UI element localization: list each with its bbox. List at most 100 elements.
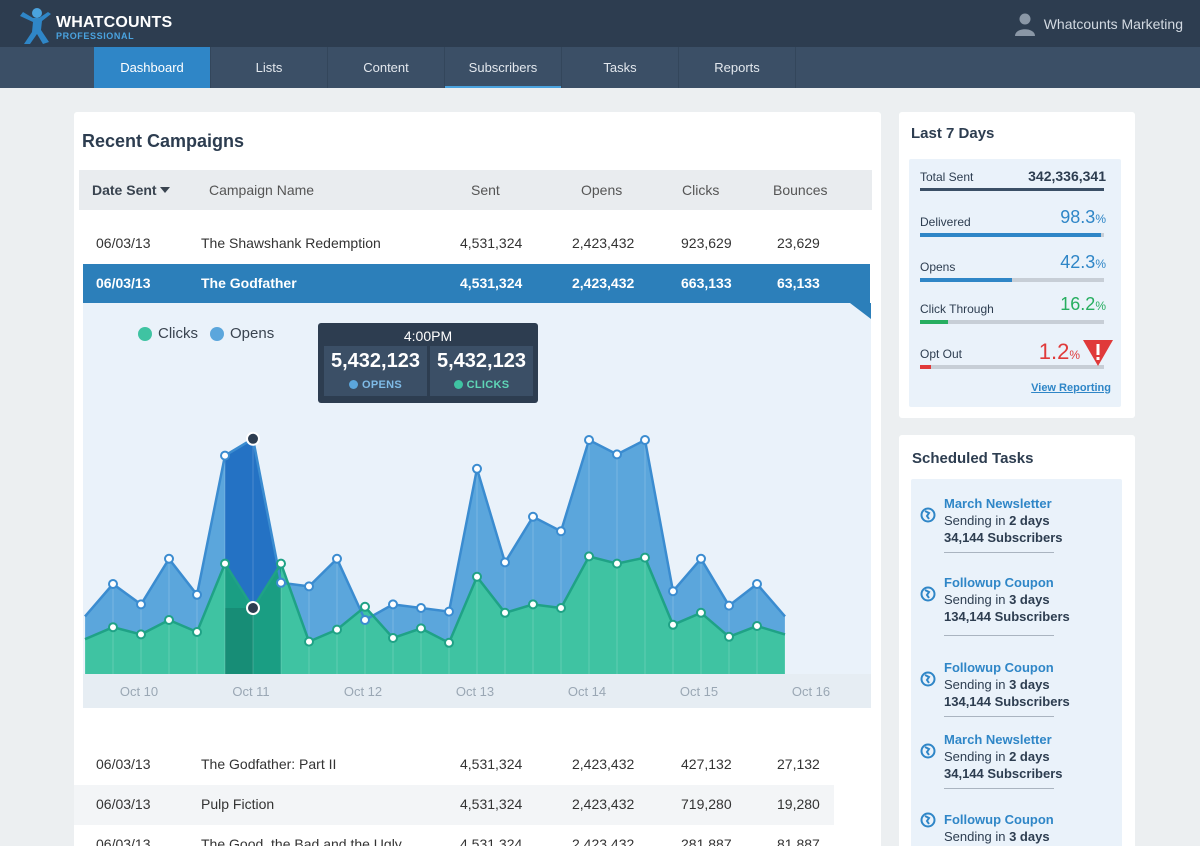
cell-date: 06/03/13 bbox=[96, 756, 151, 772]
col-date-sent[interactable]: Date Sent bbox=[92, 182, 170, 198]
globe-icon bbox=[920, 507, 936, 523]
main-nav: Dashboard Lists Content Subscribers Task… bbox=[0, 47, 1200, 88]
cell-sent: 4,531,324 bbox=[460, 235, 523, 251]
col-sent[interactable]: Sent bbox=[471, 182, 500, 198]
stat-value: 342,336,341 bbox=[1028, 168, 1106, 184]
opens-point bbox=[724, 600, 734, 611]
task-title[interactable]: Followup Coupon bbox=[944, 812, 1054, 827]
nav-content[interactable]: Content bbox=[328, 47, 445, 88]
task-schedule: Sending in 3 days bbox=[944, 677, 1050, 692]
clicks-point bbox=[724, 631, 734, 642]
globe-icon bbox=[920, 586, 936, 602]
globe-icon bbox=[920, 743, 936, 759]
task-schedule: Sending in 3 days bbox=[944, 592, 1050, 607]
nav-tasks[interactable]: Tasks bbox=[562, 47, 679, 88]
clicks-point-selected bbox=[246, 601, 260, 615]
whatcounts-logo-icon[interactable] bbox=[18, 6, 52, 46]
stat-value: 98.3% bbox=[1060, 207, 1106, 227]
clicks-point bbox=[752, 621, 762, 631]
stat-value: 16.2% bbox=[1060, 294, 1106, 314]
opens-point bbox=[696, 553, 706, 564]
cell-opens: 2,423,432 bbox=[572, 836, 635, 846]
opens-point bbox=[500, 557, 510, 568]
task-subscribers: 34,144 Subscribers bbox=[944, 530, 1063, 545]
user-name: Whatcounts Marketing bbox=[1043, 16, 1183, 32]
cell-opens: 2,423,432 bbox=[572, 796, 635, 812]
cell-clicks: 427,132 bbox=[681, 756, 732, 772]
stat-bar-fill bbox=[920, 233, 1101, 237]
col-bounces[interactable]: Bounces bbox=[773, 182, 827, 198]
task-item[interactable]: Followup Coupon Sending in 3 days 134,144 … bbox=[911, 575, 1122, 645]
nav-dashboard[interactable]: Dashboard bbox=[94, 47, 211, 88]
legend-clicks[interactable]: Clicks bbox=[138, 325, 198, 342]
col-opens[interactable]: Opens bbox=[581, 182, 622, 198]
brand-name: WHATCOUNTS bbox=[56, 14, 173, 31]
nav-subscribers[interactable]: Subscribers bbox=[445, 47, 562, 88]
task-divider bbox=[944, 716, 1054, 717]
clicks-point bbox=[164, 615, 174, 625]
cell-clicks: 281,887 bbox=[681, 836, 732, 846]
opens-point bbox=[276, 577, 286, 588]
user-menu[interactable]: Whatcounts Marketing bbox=[1014, 12, 1183, 36]
clicks-point bbox=[640, 552, 650, 563]
scheduled-tasks-title: Scheduled Tasks bbox=[912, 450, 1034, 467]
clicks-point bbox=[416, 623, 426, 634]
table-row[interactable]: 06/03/13 Pulp Fiction 4,531,324 2,423,43… bbox=[74, 785, 834, 825]
opens-point bbox=[192, 589, 202, 600]
col-campaign-name[interactable]: Campaign Name bbox=[209, 182, 314, 198]
stat-bar-fill bbox=[920, 320, 948, 324]
sort-caret-icon bbox=[159, 187, 170, 193]
clicks-point bbox=[136, 629, 146, 640]
cell-opens: 2,423,432 bbox=[572, 235, 635, 251]
cell-clicks: 719,280 bbox=[681, 796, 732, 812]
scheduled-tasks-panel: Scheduled Tasks March Newsletter Sending … bbox=[899, 435, 1135, 846]
stat-value: 1.2% bbox=[1038, 339, 1080, 364]
task-title[interactable]: Followup Coupon bbox=[944, 660, 1054, 675]
task-item[interactable]: Followup Coupon Sending in 3 days 134,144 … bbox=[911, 660, 1122, 730]
clicks-point bbox=[584, 551, 594, 562]
task-title[interactable]: Followup Coupon bbox=[944, 575, 1054, 590]
opens-point bbox=[528, 511, 538, 522]
cell-sent: 4,531,324 bbox=[460, 275, 523, 291]
chart-tooltip: 4:00PM 5,432,123 OPENS 5,432,123 CLICKS bbox=[318, 323, 538, 403]
task-item[interactable]: March Newsletter Sending in 2 days 34,144 … bbox=[911, 732, 1122, 802]
view-reporting-link[interactable]: View Reporting bbox=[1031, 382, 1111, 394]
chart-legend: Clicks Opens bbox=[138, 325, 286, 342]
top-bar: WHATCOUNTS PROFESSIONAL Whatcounts Marke… bbox=[0, 0, 1200, 47]
cell-bounces: 27,132 bbox=[777, 756, 820, 772]
task-item[interactable]: March Newsletter Sending in 2 days 34,144 … bbox=[911, 496, 1122, 566]
cell-date: 06/03/13 bbox=[96, 836, 151, 846]
x-tick-label: Oct 16 bbox=[792, 684, 830, 699]
opens-point bbox=[416, 603, 426, 613]
nav-reports[interactable]: Reports bbox=[679, 47, 796, 88]
brand-tagline: PROFESSIONAL bbox=[56, 31, 135, 41]
table-row[interactable]: 06/03/13 The Shawshank Redemption 4,531,… bbox=[74, 224, 834, 264]
legend-opens[interactable]: Opens bbox=[210, 325, 274, 342]
stat-label: Opt Out bbox=[920, 347, 963, 361]
clicks-point bbox=[192, 627, 202, 637]
x-tick-label: Oct 13 bbox=[456, 684, 494, 699]
stat-bar bbox=[920, 233, 1104, 237]
task-title[interactable]: March Newsletter bbox=[944, 496, 1052, 511]
opens-point bbox=[360, 615, 370, 625]
table-row[interactable]: 06/03/13 The Godfather: Part II 4,531,32… bbox=[74, 745, 834, 785]
table-row-selected[interactable]: 06/03/13 The Godfather 4,531,324 2,423,4… bbox=[83, 264, 870, 304]
cell-sent: 4,531,324 bbox=[460, 836, 523, 846]
task-item[interactable]: Followup Coupon Sending in 3 days bbox=[911, 812, 1122, 846]
opens-point bbox=[752, 579, 762, 589]
last-7-days-panel: Last 7 Days Total Sent 342,336,341 Deliv… bbox=[899, 112, 1135, 418]
col-clicks[interactable]: Clicks bbox=[682, 182, 719, 198]
tooltip-opens-value: 5,432,123 bbox=[331, 350, 420, 372]
clicks-dot-icon bbox=[453, 380, 463, 389]
opens-point bbox=[388, 599, 398, 610]
nav-lists[interactable]: Lists bbox=[211, 47, 328, 88]
task-title[interactable]: March Newsletter bbox=[944, 732, 1052, 747]
opens-point bbox=[332, 553, 342, 564]
tooltip-clicks: 5,432,123 CLICKS bbox=[430, 346, 533, 396]
cell-name: The Shawshank Redemption bbox=[201, 235, 381, 251]
recent-campaigns-panel: Recent Campaigns Date Sent Campaign Name… bbox=[74, 112, 881, 846]
cell-opens: 2,423,432 bbox=[572, 275, 635, 291]
x-tick-label: Oct 10 bbox=[120, 684, 158, 699]
cell-date: 06/03/13 bbox=[96, 796, 151, 812]
table-row[interactable]: 06/03/13 The Good, the Bad and the Ugly … bbox=[74, 825, 834, 846]
